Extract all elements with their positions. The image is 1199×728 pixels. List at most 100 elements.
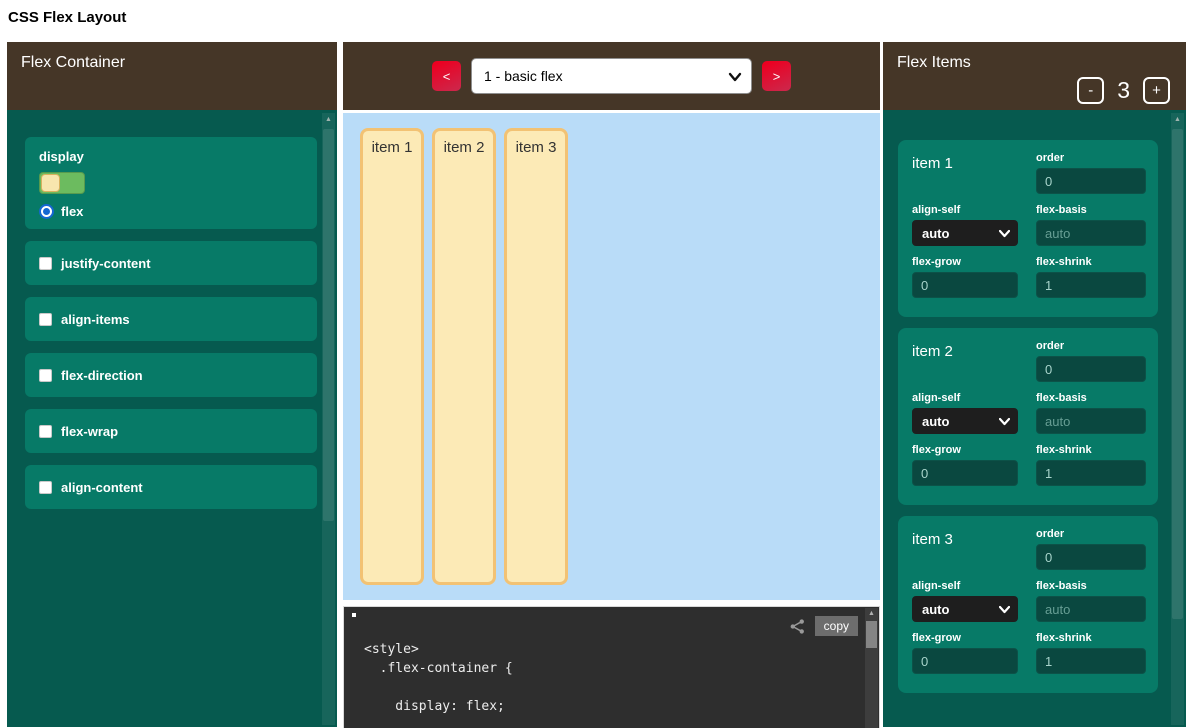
item-1-order-field: order bbox=[1036, 152, 1146, 194]
page-title: CSS Flex Layout bbox=[8, 9, 126, 26]
align-items-checkbox[interactable] bbox=[39, 313, 52, 326]
item-1-align-self-wrap: auto bbox=[912, 220, 1018, 246]
item-2-flex-shrink-input[interactable] bbox=[1036, 460, 1146, 486]
align-content-checkbox[interactable] bbox=[39, 481, 52, 494]
align-items-label: align-items bbox=[61, 312, 130, 327]
item-1-flex-basis-input[interactable] bbox=[1036, 220, 1146, 246]
align-content-label: align-content bbox=[61, 480, 143, 495]
align-self-label: align-self bbox=[912, 580, 1018, 592]
order-label: order bbox=[1036, 152, 1146, 164]
display-label: display bbox=[39, 149, 303, 164]
item-1-flex-basis-field: flex-basis bbox=[1036, 204, 1146, 246]
radio-dot-icon bbox=[43, 208, 50, 215]
flex-playground: item 1 item 2 item 3 bbox=[343, 113, 880, 600]
align-self-label: align-self bbox=[912, 204, 1018, 216]
flex-basis-label: flex-basis bbox=[1036, 204, 1146, 216]
example-nav-header: < 1 - basic flex > bbox=[343, 42, 880, 110]
code-scrollbar[interactable]: ▲ bbox=[865, 608, 878, 728]
item-3-order-input[interactable] bbox=[1036, 544, 1146, 570]
flex-items-title: Flex Items bbox=[897, 54, 971, 71]
justify-content-label: justify-content bbox=[61, 256, 151, 271]
flex-grow-label: flex-grow bbox=[912, 444, 1018, 456]
item-1-flex-grow-field: flex-grow bbox=[912, 256, 1018, 298]
item-1-card: item 1 order align-self auto flex-basis bbox=[898, 140, 1158, 317]
item-3-flex-shrink-input[interactable] bbox=[1036, 648, 1146, 674]
item-1-title: item 1 bbox=[912, 152, 1018, 194]
flex-container-header: Flex Container bbox=[7, 42, 337, 110]
item-3-align-self-select[interactable]: auto bbox=[912, 596, 1018, 622]
justify-content-checkbox[interactable] bbox=[39, 257, 52, 270]
flex-wrap-checkbox[interactable] bbox=[39, 425, 52, 438]
item-count: 3 bbox=[1117, 77, 1130, 104]
prev-example-button[interactable]: < bbox=[432, 61, 461, 91]
example-select[interactable]: 1 - basic flex bbox=[472, 59, 751, 93]
display-toggle[interactable] bbox=[39, 172, 85, 194]
item-3-flex-grow-input[interactable] bbox=[912, 648, 1018, 674]
flex-container-body: display flex justify-content align-items… bbox=[7, 110, 337, 727]
item-1-flex-grow-input[interactable] bbox=[912, 272, 1018, 298]
item-1-flex-shrink-input[interactable] bbox=[1036, 272, 1146, 298]
copy-button[interactable]: copy bbox=[815, 616, 858, 636]
item-3-card: item 3 order align-self auto flex-basis bbox=[898, 516, 1158, 693]
item-3-flex-basis-input[interactable] bbox=[1036, 596, 1146, 622]
order-label: order bbox=[1036, 340, 1146, 352]
item-2-align-self-select[interactable]: auto bbox=[912, 408, 1018, 434]
item-2-card: item 2 order align-self auto flex-basis bbox=[898, 328, 1158, 505]
playground-item-1: item 1 bbox=[360, 128, 424, 585]
flex-basis-label: flex-basis bbox=[1036, 580, 1146, 592]
scroll-up-icon[interactable]: ▲ bbox=[1171, 116, 1184, 124]
align-self-label: align-self bbox=[912, 392, 1018, 404]
flex-basis-label: flex-basis bbox=[1036, 392, 1146, 404]
flex-direction-label: flex-direction bbox=[61, 368, 143, 383]
flex-items-body: item 1 order align-self auto flex-basis bbox=[883, 110, 1186, 727]
item-2-order-input[interactable] bbox=[1036, 356, 1146, 382]
item-2-align-self-wrap: auto bbox=[912, 408, 1018, 434]
flex-shrink-label: flex-shrink bbox=[1036, 444, 1146, 456]
flex-grow-label: flex-grow bbox=[912, 632, 1018, 644]
playground-item-2: item 2 bbox=[432, 128, 496, 585]
flex-container-scrollbar[interactable]: ▲ bbox=[322, 113, 335, 725]
item-1-align-self-select[interactable]: auto bbox=[912, 220, 1018, 246]
example-select-wrap: 1 - basic flex bbox=[471, 58, 752, 94]
item-1-order-input[interactable] bbox=[1036, 168, 1146, 194]
item-1-flex-shrink-field: flex-shrink bbox=[1036, 256, 1146, 298]
item-counter: - 3 + bbox=[1077, 77, 1170, 104]
flex-radio[interactable] bbox=[39, 204, 54, 219]
code-panel: copy <style> .flex-container { display: … bbox=[343, 606, 880, 728]
flex-radio-row: flex bbox=[39, 204, 303, 219]
item-3-order-field: order bbox=[1036, 528, 1146, 570]
item-3-align-self-wrap: auto bbox=[912, 596, 1018, 622]
flex-direction-checkbox[interactable] bbox=[39, 369, 52, 382]
flex-shrink-label: flex-shrink bbox=[1036, 256, 1146, 268]
scroll-up-icon[interactable]: ▲ bbox=[322, 116, 335, 124]
share-icon[interactable] bbox=[789, 618, 806, 635]
flex-items-scrollbar[interactable]: ▲ bbox=[1171, 113, 1184, 725]
order-label: order bbox=[1036, 528, 1146, 540]
item-2-title: item 2 bbox=[912, 340, 1018, 382]
scrollbar-thumb[interactable] bbox=[323, 129, 334, 521]
scrollbar-thumb[interactable] bbox=[866, 621, 877, 648]
item-2-flex-basis-input[interactable] bbox=[1036, 408, 1146, 434]
flex-grow-label: flex-grow bbox=[912, 256, 1018, 268]
bullet-dot bbox=[352, 613, 356, 617]
flex-items-header: Flex Items - 3 + bbox=[883, 42, 1186, 110]
item-2-flex-grow-input[interactable] bbox=[912, 460, 1018, 486]
next-example-button[interactable]: > bbox=[762, 61, 791, 91]
item-3-title: item 3 bbox=[912, 528, 1018, 570]
remove-item-button[interactable]: - bbox=[1077, 77, 1104, 104]
align-content-card: align-content bbox=[25, 465, 317, 509]
item-2-order-field: order bbox=[1036, 340, 1146, 382]
scroll-up-icon[interactable]: ▲ bbox=[865, 610, 878, 618]
add-item-button[interactable]: + bbox=[1143, 77, 1170, 104]
flex-shrink-label: flex-shrink bbox=[1036, 632, 1146, 644]
scrollbar-thumb[interactable] bbox=[1172, 129, 1183, 619]
item-1-align-self-field: align-self auto bbox=[912, 204, 1018, 246]
display-option-card: display flex bbox=[25, 137, 317, 229]
item-2-align-self-field: align-self auto bbox=[912, 392, 1018, 434]
flex-container-title: Flex Container bbox=[21, 54, 125, 71]
flex-radio-label: flex bbox=[61, 204, 83, 219]
item-2-flex-basis-field: flex-basis bbox=[1036, 392, 1146, 434]
toggle-knob bbox=[41, 174, 60, 192]
flex-direction-card: flex-direction bbox=[25, 353, 317, 397]
item-3-flex-shrink-field: flex-shrink bbox=[1036, 632, 1146, 674]
